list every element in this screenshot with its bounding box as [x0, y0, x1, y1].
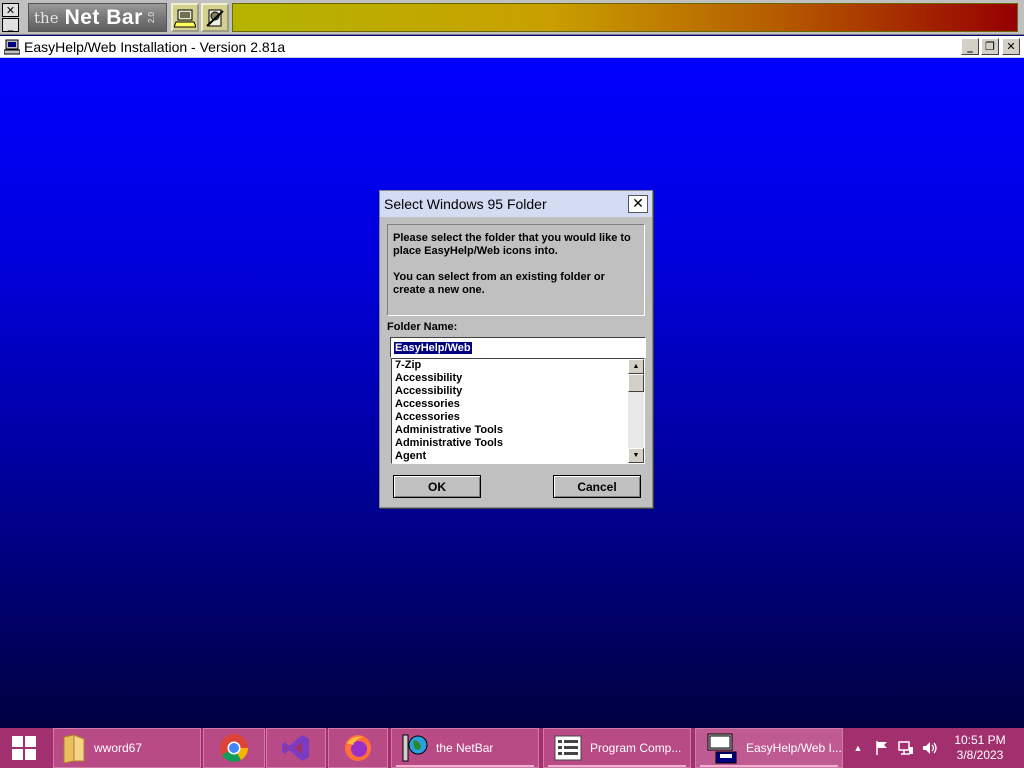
- chevron-up-icon: ▲: [853, 743, 863, 753]
- dialog-instructions: Please select the folder that you would …: [387, 224, 645, 316]
- folder-list-item[interactable]: Administrative Tools: [395, 424, 644, 437]
- taskbar-item-firefox[interactable]: [328, 728, 388, 768]
- folder-list-item[interactable]: Accessibility: [395, 385, 644, 398]
- ok-button[interactable]: OK: [393, 475, 481, 498]
- scroll-thumb[interactable]: [628, 374, 644, 392]
- scroll-down-button[interactable]: ▼: [628, 448, 644, 463]
- dialog-close-button[interactable]: ✕: [628, 195, 648, 213]
- taskbar-item-netbar[interactable]: the NetBar: [391, 728, 539, 768]
- taskbar-item-chrome[interactable]: [203, 728, 265, 768]
- netbar-toolbar: ✕ _ the Net Bar 2.0: [0, 0, 1024, 35]
- taskbar-item-easyhelp[interactable]: EasyHelp/Web I...: [695, 728, 843, 768]
- folder-list-item[interactable]: Administrative Tools: [395, 437, 644, 450]
- close-icon: ✕: [1006, 40, 1016, 53]
- installer-title-bar[interactable]: EasyHelp/Web Installation - Version 2.81…: [0, 36, 1024, 58]
- close-icon: ✕: [632, 196, 644, 212]
- taskbar-label: EasyHelp/Web I...: [746, 741, 842, 755]
- minimize-icon: _: [7, 18, 14, 32]
- minimize-button[interactable]: _: [961, 38, 979, 55]
- netbar-tools-button[interactable]: [201, 3, 229, 32]
- restore-icon: ❐: [985, 40, 995, 53]
- network-icon[interactable]: [898, 740, 914, 756]
- minimize-icon: _: [967, 40, 973, 53]
- taskbar-item-visual-studio[interactable]: [266, 728, 326, 768]
- netbar-logo-version: 2.0: [146, 11, 156, 24]
- installer-title: EasyHelp/Web Installation - Version 2.81…: [24, 39, 286, 55]
- windows-logo-icon: [12, 736, 36, 760]
- scroll-up-button[interactable]: ▲: [628, 359, 644, 374]
- folder-list[interactable]: 7-Zip Accessibility Accessibility Access…: [391, 358, 645, 464]
- netbar-logo-name: Net Bar: [64, 5, 143, 29]
- volume-icon[interactable]: [922, 740, 938, 756]
- netbar-logo-the: the: [34, 8, 59, 27]
- checklist-icon: [554, 735, 582, 761]
- taskbar-label: Program Comp...: [590, 741, 682, 755]
- visual-studio-icon: [282, 735, 309, 761]
- flag-icon[interactable]: [874, 740, 890, 756]
- globe-icon: [402, 734, 428, 762]
- netbar-minimize-button[interactable]: _: [2, 18, 19, 32]
- dialog-title: Select Windows 95 Folder: [384, 196, 547, 212]
- clock[interactable]: 10:51 PM 3/8/2023: [948, 733, 1012, 763]
- computer-icon: [174, 9, 196, 27]
- folder-name-value: EasyHelp/Web: [394, 342, 472, 354]
- installer-icon: [4, 39, 20, 55]
- close-button[interactable]: ✕: [1002, 38, 1020, 55]
- taskbar: wword67 the NetBar Program Comp... EasyH…: [0, 728, 1024, 768]
- instruction-text-2: You can select from an existing folder o…: [393, 271, 605, 296]
- folder-name-label: Folder Name:: [387, 321, 458, 333]
- netbar-close-button[interactable]: ✕: [2, 3, 19, 17]
- show-hidden-icons-button[interactable]: ▲: [850, 740, 866, 756]
- taskbar-label: wword67: [94, 741, 143, 755]
- arrow-down-icon: ▼: [632, 452, 640, 459]
- firefox-icon: [345, 735, 371, 761]
- arrow-up-icon: ▲: [632, 363, 640, 370]
- folder-list-item[interactable]: Accessibility: [395, 372, 644, 385]
- folder-list-item[interactable]: Accessories: [395, 398, 644, 411]
- folder-list-scrollbar[interactable]: ▲ ▼: [628, 359, 644, 463]
- chrome-icon: [220, 734, 248, 762]
- tools-icon: [206, 9, 224, 27]
- netbar-computer-button[interactable]: [171, 3, 199, 32]
- folder-list-item[interactable]: Agent: [395, 450, 644, 463]
- folder-list-item[interactable]: Accessories: [395, 411, 644, 424]
- installer-icon: [707, 733, 737, 764]
- netbar-logo: the Net Bar 2.0: [28, 3, 167, 32]
- folder-icon: [63, 734, 85, 763]
- clock-time: 10:51 PM: [954, 733, 1006, 747]
- restore-button[interactable]: ❐: [981, 38, 999, 55]
- clock-date: 3/8/2023: [956, 748, 1004, 762]
- netbar-bar-area: [232, 3, 1018, 32]
- dialog-title-bar[interactable]: Select Windows 95 Folder ✕: [380, 191, 652, 217]
- cancel-button[interactable]: Cancel: [553, 475, 641, 498]
- folder-list-item[interactable]: 7-Zip: [395, 359, 644, 372]
- taskbar-item-program-compatibility[interactable]: Program Comp...: [543, 728, 691, 768]
- taskbar-item-wword67[interactable]: wword67: [53, 728, 201, 768]
- instruction-text-1: Please select the folder that you would …: [393, 232, 631, 257]
- taskbar-label: the NetBar: [436, 741, 494, 755]
- select-folder-dialog: Select Windows 95 Folder ✕ Please select…: [379, 190, 653, 508]
- start-button[interactable]: [0, 728, 48, 768]
- folder-name-input[interactable]: EasyHelp/Web: [390, 337, 646, 358]
- close-icon: ✕: [5, 3, 16, 17]
